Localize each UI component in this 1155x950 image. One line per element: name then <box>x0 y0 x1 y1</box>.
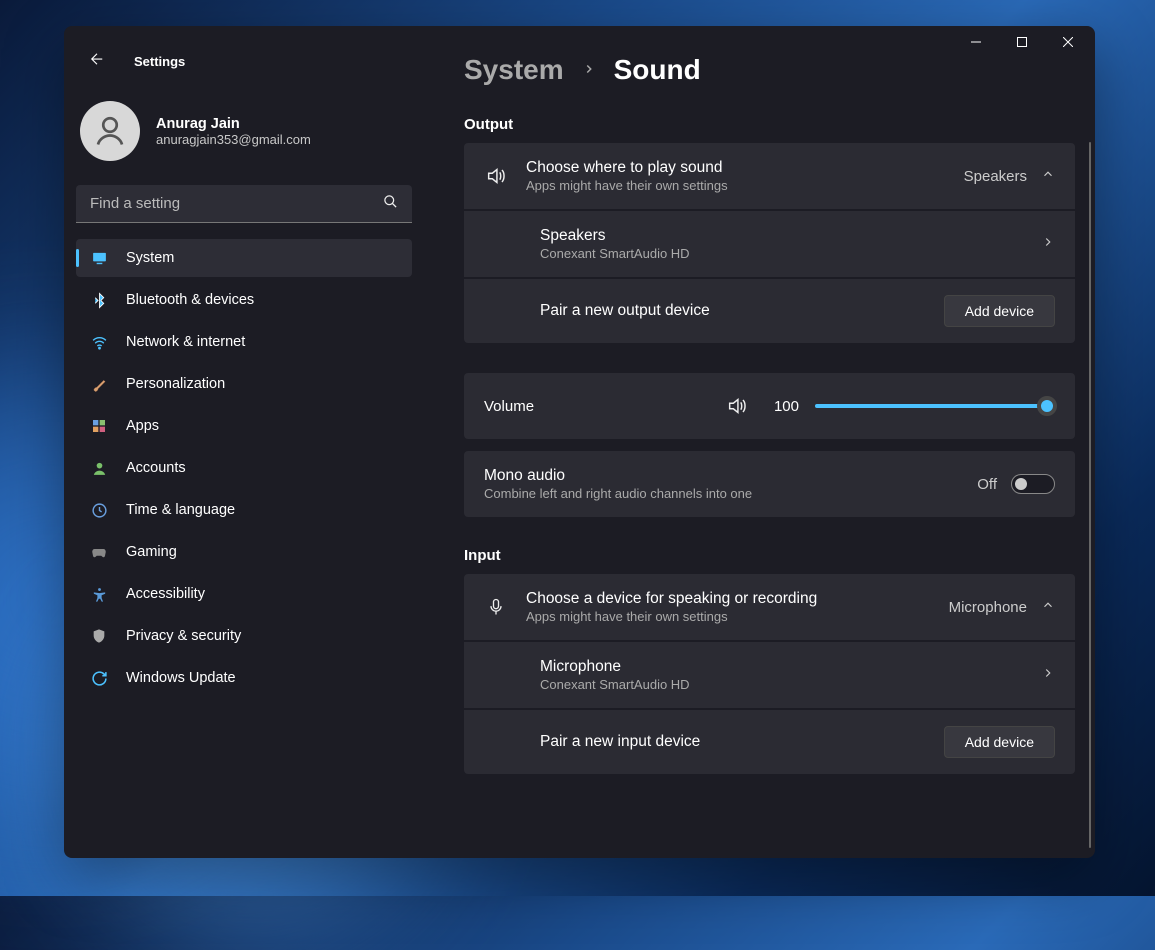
output-section-title: Output <box>464 116 1075 133</box>
settings-window: Settings Anurag Jain anuragjain353@gmail… <box>64 26 1095 858</box>
breadcrumb-current: Sound <box>614 54 701 86</box>
nav-label: Gaming <box>126 544 177 560</box>
output-selected: Speakers <box>964 168 1027 185</box>
nav-label: Personalization <box>126 376 225 392</box>
nav-label: System <box>126 250 174 266</box>
search-input[interactable] <box>76 185 412 223</box>
user-name: Anurag Jain <box>156 116 311 132</box>
output-pair-row: Pair a new output device Add device <box>464 279 1075 343</box>
search-icon <box>383 194 398 214</box>
input-section-title: Input <box>464 547 1075 564</box>
sidebar-item-gaming[interactable]: Gaming <box>76 533 412 571</box>
sidebar-item-personalization[interactable]: Personalization <box>76 365 412 403</box>
add-output-device-button[interactable]: Add device <box>944 295 1055 327</box>
output-choose-row[interactable]: Choose where to play sound Apps might ha… <box>464 143 1075 209</box>
volume-label: Volume <box>484 398 709 415</box>
chevron-right-icon <box>1041 235 1055 253</box>
nav-label: Bluetooth & devices <box>126 292 254 308</box>
nav-label: Privacy & security <box>126 628 241 644</box>
nav-label: Windows Update <box>126 670 236 686</box>
display-icon <box>90 249 108 267</box>
app-title: Settings <box>134 54 185 69</box>
wifi-icon <box>90 333 108 351</box>
volume-slider[interactable] <box>815 396 1055 416</box>
volume-icon[interactable] <box>725 395 749 417</box>
nav-label: Apps <box>126 418 159 434</box>
card-sub: Apps might have their own settings <box>526 609 931 624</box>
mono-title: Mono audio <box>484 467 959 485</box>
avatar <box>80 101 140 161</box>
user-email: anuragjain353@gmail.com <box>156 132 311 147</box>
breadcrumb-parent[interactable]: System <box>464 54 564 86</box>
mono-toggle[interactable] <box>1011 474 1055 494</box>
nav-label: Accounts <box>126 460 186 476</box>
shield-icon <box>90 627 108 645</box>
nav-label: Network & internet <box>126 334 245 350</box>
main-content: System Sound Output Choose where to play… <box>424 26 1095 858</box>
card-sub: Apps might have their own settings <box>526 178 946 193</box>
chevron-up-icon <box>1041 598 1055 616</box>
close-button[interactable] <box>1045 26 1091 58</box>
chevron-right-icon <box>582 60 596 81</box>
person-icon <box>90 459 108 477</box>
microphone-icon <box>484 597 508 617</box>
brush-icon <box>90 375 108 393</box>
device-desc: Conexant SmartAudio HD <box>540 246 1023 261</box>
nav-label: Accessibility <box>126 586 205 602</box>
input-choose-row[interactable]: Choose a device for speaking or recordin… <box>464 574 1075 640</box>
nav-list: System Bluetooth & devices Network & inter… <box>76 239 412 697</box>
chevron-right-icon <box>1041 666 1055 684</box>
volume-row: Volume 100 <box>464 373 1075 439</box>
card-title: Choose where to play sound <box>526 159 946 177</box>
sidebar-item-network-internet[interactable]: Network & internet <box>76 323 412 361</box>
sidebar: Settings Anurag Jain anuragjain353@gmail… <box>64 26 424 858</box>
gamepad-icon <box>90 543 108 561</box>
user-profile[interactable]: Anurag Jain anuragjain353@gmail.com <box>76 85 412 185</box>
sidebar-item-apps[interactable]: Apps <box>76 407 412 445</box>
back-button[interactable] <box>84 46 110 77</box>
sidebar-item-bluetooth-devices[interactable]: Bluetooth & devices <box>76 281 412 319</box>
bluetooth-icon <box>90 291 108 309</box>
device-name: Microphone <box>540 658 1023 676</box>
sidebar-item-time-language[interactable]: Time & language <box>76 491 412 529</box>
search-box <box>76 185 412 223</box>
input-device-row[interactable]: Microphone Conexant SmartAudio HD <box>464 642 1075 708</box>
update-icon <box>90 669 108 687</box>
sidebar-item-accounts[interactable]: Accounts <box>76 449 412 487</box>
output-device-row[interactable]: Speakers Conexant SmartAudio HD <box>464 211 1075 277</box>
mono-sub: Combine left and right audio channels in… <box>484 486 959 501</box>
device-name: Speakers <box>540 227 1023 245</box>
mono-audio-row: Mono audio Combine left and right audio … <box>464 451 1075 517</box>
minimize-button[interactable] <box>953 26 999 58</box>
device-desc: Conexant SmartAudio HD <box>540 677 1023 692</box>
add-input-device-button[interactable]: Add device <box>944 726 1055 758</box>
chevron-up-icon <box>1041 167 1055 185</box>
input-selected: Microphone <box>949 599 1027 616</box>
speaker-icon <box>484 165 508 187</box>
accessibility-icon <box>90 585 108 603</box>
pair-label: Pair a new input device <box>540 733 926 751</box>
titlebar <box>949 26 1095 58</box>
scrollbar[interactable] <box>1089 142 1091 848</box>
maximize-button[interactable] <box>999 26 1045 58</box>
pair-label: Pair a new output device <box>540 302 926 320</box>
mono-state: Off <box>977 476 997 493</box>
sidebar-item-accessibility[interactable]: Accessibility <box>76 575 412 613</box>
clock-icon <box>90 501 108 519</box>
volume-value: 100 <box>765 398 799 415</box>
sidebar-item-privacy-security[interactable]: Privacy & security <box>76 617 412 655</box>
input-pair-row: Pair a new input device Add device <box>464 710 1075 774</box>
apps-icon <box>90 417 108 435</box>
sidebar-item-system[interactable]: System <box>76 239 412 277</box>
sidebar-item-windows-update[interactable]: Windows Update <box>76 659 412 697</box>
card-title: Choose a device for speaking or recordin… <box>526 590 931 608</box>
nav-label: Time & language <box>126 502 235 518</box>
